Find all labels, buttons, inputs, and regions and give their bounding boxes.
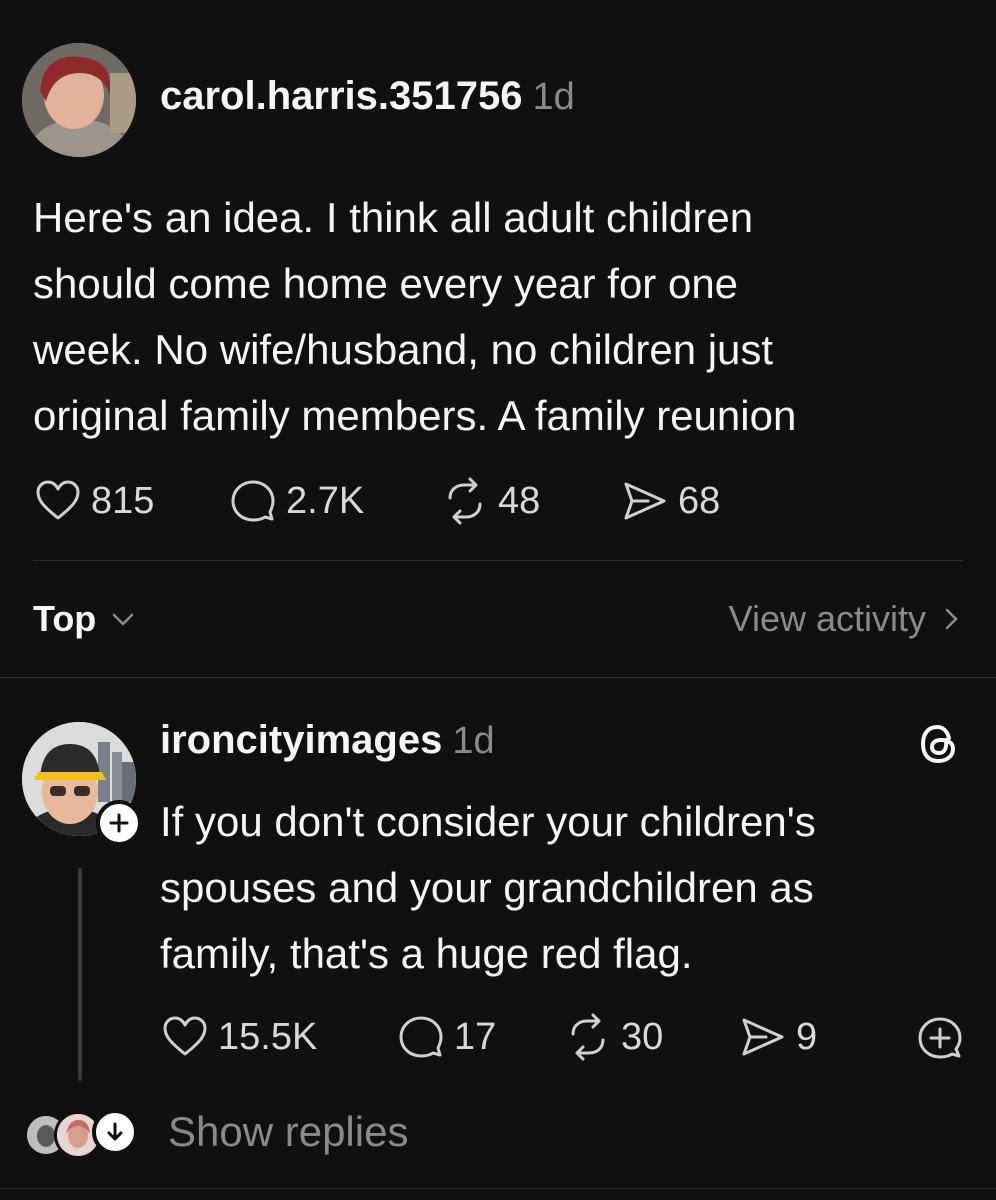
- show-replies-row[interactable]: Show replies: [22, 1108, 409, 1159]
- heart-icon: [163, 1016, 207, 1056]
- reply-text: If you don't consider your children's sp…: [160, 789, 980, 987]
- post-text-line: Here's an idea. I think all adult childr…: [33, 194, 754, 241]
- send-icon: [624, 482, 666, 520]
- post-share-count: 68: [678, 479, 721, 522]
- post-repost-button[interactable]: 48: [440, 476, 540, 526]
- reply-username[interactable]: ironcityimages: [160, 718, 442, 763]
- post-timestamp: 1d: [532, 76, 575, 118]
- comment-icon: [231, 480, 275, 522]
- post-repost-count: 48: [498, 479, 541, 522]
- reply-text-line: spouses and your grandchildren as: [160, 864, 814, 911]
- sort-label: Top: [33, 598, 97, 639]
- section-divider: [0, 677, 996, 678]
- arrow-down-icon: [107, 1122, 123, 1141]
- post-divider: [33, 560, 963, 561]
- post-text: Here's an idea. I think all adult childr…: [33, 185, 973, 449]
- thread-line: [78, 868, 82, 1081]
- reply-share-count: 9: [796, 1015, 818, 1058]
- sort-dropdown[interactable]: Top: [33, 598, 138, 640]
- post-text-line: week. No wife/husband, no children just: [33, 326, 774, 373]
- avatar-photo: [22, 43, 136, 157]
- post-author-avatar[interactable]: [22, 43, 136, 157]
- send-icon: [742, 1018, 784, 1056]
- post-reply-count: 2.7K: [286, 479, 365, 522]
- post-text-line: should come home every year for one: [33, 260, 739, 307]
- reply-text-line: If you don't consider your children's: [160, 798, 816, 845]
- post-text-line: original family members. A family reunio…: [33, 392, 797, 439]
- threads-logo-icon: [920, 724, 956, 764]
- reply-like-count: 15.5K: [218, 1015, 318, 1058]
- plus-icon: [109, 813, 129, 833]
- reply-reply-count: 17: [454, 1015, 497, 1058]
- post-share-button[interactable]: 68: [620, 476, 720, 526]
- post-like-button[interactable]: 815: [33, 476, 154, 526]
- expand-replies-button[interactable]: [92, 1109, 138, 1155]
- chevron-down-icon: [113, 613, 134, 626]
- reply-share-button[interactable]: 9: [738, 1012, 817, 1062]
- reply-like-button[interactable]: 15.5K: [160, 1012, 317, 1062]
- reply-reply-button[interactable]: 17: [396, 1012, 496, 1062]
- reply-timestamp: 1d: [452, 720, 495, 762]
- threads-logo-button[interactable]: [915, 720, 963, 773]
- bottom-divider: [0, 1188, 996, 1189]
- post-username[interactable]: carol.harris.351756: [160, 74, 522, 119]
- repost-icon: [448, 477, 482, 525]
- quote-add-icon: [918, 1017, 962, 1059]
- view-activity-label: View activity: [728, 598, 926, 639]
- reply-repost-count: 30: [621, 1015, 664, 1058]
- reply-text-line: family, that's a huge red flag.: [160, 930, 693, 977]
- chevron-right-icon: [945, 608, 958, 630]
- follow-button[interactable]: [96, 800, 142, 846]
- comment-icon: [399, 1016, 443, 1058]
- view-activity-link[interactable]: View activity: [729, 598, 966, 640]
- quote-button[interactable]: [916, 1014, 964, 1067]
- heart-icon: [36, 480, 80, 520]
- post-like-count: 815: [91, 479, 155, 522]
- show-replies-label: Show replies: [168, 1108, 409, 1155]
- repost-icon: [571, 1013, 605, 1061]
- reply-repost-button[interactable]: 30: [563, 1012, 663, 1062]
- post-reply-button[interactable]: 2.7K: [228, 476, 364, 526]
- reply-avatars: [22, 1109, 142, 1159]
